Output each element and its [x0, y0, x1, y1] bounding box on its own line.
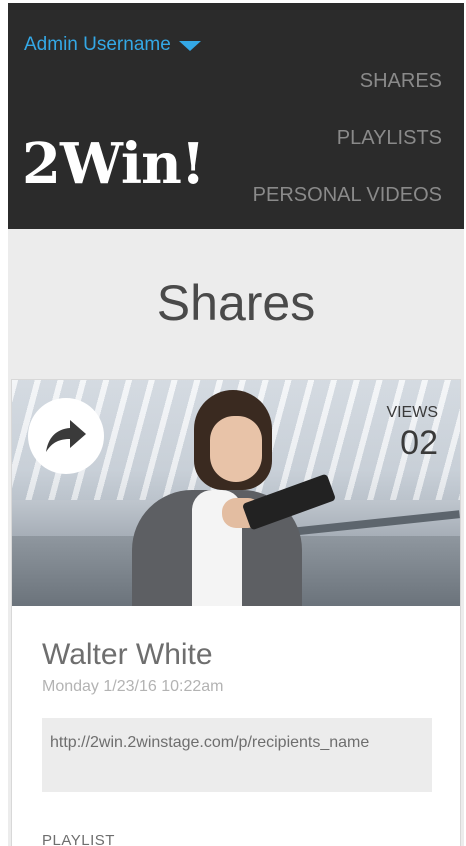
share-card: VIEWS 02 Walter White Monday 1/23/16 10:…: [11, 379, 461, 846]
caret-down-icon: [178, 41, 201, 51]
share-button[interactable]: [28, 398, 104, 474]
shares-section: Shares VIEWS 02 Walter White Monday 1/23…: [8, 229, 464, 846]
logo[interactable]: 2Win!: [22, 131, 205, 197]
nav-shares[interactable]: SHARES: [253, 53, 442, 110]
main-nav: SHARES PLAYLISTS PERSONAL VIDEOS: [253, 53, 442, 224]
user-menu-label: Admin Username: [24, 34, 171, 55]
page-title: Shares: [156, 275, 316, 331]
share-arrow-icon: [46, 420, 86, 452]
app-header: Admin Username 2Win! SHARES PLAYLISTS PE…: [8, 3, 464, 229]
views-counter: VIEWS 02: [386, 404, 438, 463]
thumbnail-rail: [272, 510, 460, 538]
share-date: Monday 1/23/16 10:22am: [42, 678, 224, 695]
views-count: 02: [400, 424, 438, 462]
user-menu[interactable]: Admin Username: [24, 34, 201, 56]
playlist-label: PLAYLIST: [42, 832, 115, 846]
recipient-name: Walter White: [42, 638, 213, 671]
video-thumbnail[interactable]: VIEWS 02: [12, 380, 460, 606]
nav-playlists[interactable]: PLAYLISTS: [253, 110, 442, 167]
thumbnail-face: [210, 416, 262, 482]
nav-personal-videos[interactable]: PERSONAL VIDEOS: [253, 167, 442, 224]
views-label: VIEWS: [386, 404, 438, 421]
share-url[interactable]: http://2win.2winstage.com/p/recipients_n…: [42, 718, 432, 792]
